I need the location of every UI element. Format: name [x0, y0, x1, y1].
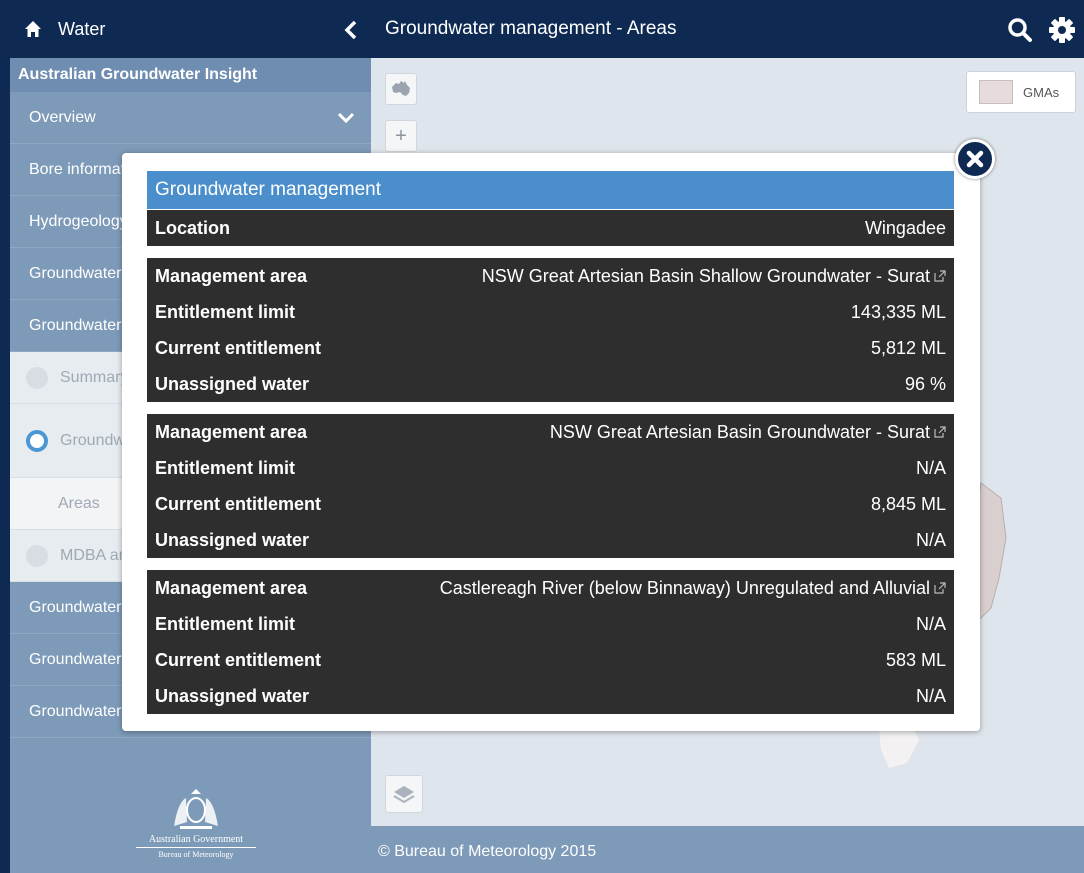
layers-button[interactable] [385, 775, 423, 813]
unassigned-water-row: Unassigned water N/A [147, 522, 954, 558]
current-entitlement-row: Current entitlement 5,812 ML [147, 330, 954, 366]
layers-icon [393, 786, 415, 804]
submenu-label: Summary [60, 368, 129, 386]
footer: © Bureau of Meteorology 2015 [371, 826, 1084, 873]
management-area-row: Management area Castlereagh River (below… [147, 570, 954, 606]
page-title: Groundwater management - Areas [385, 18, 677, 39]
top-bar: Groundwater management - Areas [371, 0, 1084, 58]
entitlement-limit-label: Entitlement limit [155, 301, 296, 322]
entitlement-limit-value: N/A [915, 457, 946, 478]
management-area-label: Management area [155, 421, 308, 442]
info-popup: Groundwater management Location Wingadee… [122, 153, 980, 731]
unassigned-water-label: Unassigned water [155, 529, 310, 550]
radio-button-selected[interactable] [26, 429, 48, 452]
management-area-row: Management area NSW Great Artesian Basin… [147, 414, 954, 450]
nav-label: Groundwater [29, 651, 122, 668]
chevron-down-icon [337, 112, 355, 124]
management-area-value[interactable]: NSW Great Artesian Basin Shallow Groundw… [482, 266, 930, 286]
external-link-icon[interactable] [934, 269, 946, 282]
management-area-row: Management area NSW Great Artesian Basin… [147, 258, 954, 294]
entitlement-limit-row: Entitlement limit N/A [147, 606, 954, 642]
unassigned-water-label: Unassigned water [155, 685, 310, 706]
current-entitlement-label: Current entitlement [155, 493, 322, 514]
sidebar-header: Water [10, 0, 371, 58]
australia-extent-button[interactable] [385, 73, 417, 105]
unassigned-water-value: N/A [915, 529, 946, 550]
location-row: Location Wingadee [147, 210, 954, 246]
legend-label: GMAs [1023, 84, 1060, 100]
collapse-sidebar-icon[interactable] [344, 20, 358, 40]
entitlement-limit-value: 143,335 ML [850, 301, 946, 322]
nav-label: Groundwater [29, 703, 122, 720]
management-area-link[interactable]: Castlereagh River (below Binnaway) Unreg… [440, 578, 946, 599]
sidebar-title: Water [58, 18, 106, 39]
location-block: Location Wingadee [147, 210, 954, 246]
legend-swatch [979, 80, 1013, 104]
management-area-label: Management area [155, 265, 308, 286]
close-popup-button[interactable] [955, 139, 995, 179]
unassigned-water-row: Unassigned water N/A [147, 678, 954, 714]
entitlement-limit-row: Entitlement limit N/A [147, 450, 954, 486]
nav-label: Overview [29, 109, 96, 126]
unassigned-water-label: Unassigned water [155, 373, 310, 394]
management-area-block: Management area Castlereagh River (below… [147, 570, 954, 714]
zoom-in-label: + [395, 124, 407, 147]
current-entitlement-value: 8,845 ML [870, 493, 946, 514]
logo-government-text: Australian Government [136, 834, 256, 848]
current-entitlement-label: Current entitlement [155, 649, 322, 670]
management-area-block: Management area NSW Great Artesian Basin… [147, 414, 954, 558]
location-label: Location [155, 217, 230, 238]
current-entitlement-value: 5,812 ML [870, 337, 946, 358]
entitlement-limit-label: Entitlement limit [155, 613, 296, 634]
management-area-label: Management area [155, 577, 308, 598]
logo-bom-text: Bureau of Meteorology [158, 850, 234, 859]
search-icon[interactable] [1007, 17, 1033, 43]
government-logo: Australian Government Bureau of Meteorol… [136, 788, 256, 859]
entitlement-limit-label: Entitlement limit [155, 457, 296, 478]
submenu-label: Areas [58, 494, 100, 512]
home-icon[interactable] [24, 20, 42, 38]
management-area-link[interactable]: NSW Great Artesian Basin Shallow Groundw… [482, 266, 946, 287]
current-entitlement-label: Current entitlement [155, 337, 322, 358]
app-title: Australian Groundwater Insight [10, 58, 371, 92]
gear-icon[interactable] [1048, 16, 1076, 44]
gma-legend[interactable]: GMAs [966, 71, 1076, 113]
nav-overview[interactable]: Overview [10, 92, 371, 144]
current-entitlement-row: Current entitlement 8,845 ML [147, 486, 954, 522]
current-entitlement-row: Current entitlement 583 ML [147, 642, 954, 678]
radio-button[interactable] [26, 366, 48, 389]
external-link-icon[interactable] [934, 425, 946, 438]
radio-button[interactable] [26, 544, 48, 567]
nav-label: Hydrogeology [29, 213, 128, 230]
entitlement-limit-value: N/A [915, 613, 946, 634]
coat-of-arms-icon [174, 789, 218, 829]
external-link-icon[interactable] [934, 581, 946, 594]
management-area-value[interactable]: NSW Great Artesian Basin Groundwater - S… [550, 422, 930, 442]
close-icon [966, 150, 984, 168]
management-area-block: Management area NSW Great Artesian Basin… [147, 258, 954, 402]
nav-label: Groundwater [29, 599, 122, 616]
entitlement-limit-row: Entitlement limit 143,335 ML [147, 294, 954, 330]
unassigned-water-value: N/A [915, 685, 946, 706]
australia-icon [392, 81, 410, 96]
management-area-link[interactable]: NSW Great Artesian Basin Groundwater - S… [550, 422, 946, 443]
unassigned-water-row: Unassigned water 96 % [147, 366, 954, 402]
current-entitlement-value: 583 ML [885, 649, 946, 670]
location-value: Wingadee [864, 217, 946, 238]
unassigned-water-value: 96 % [904, 373, 946, 394]
popup-title: Groundwater management [147, 171, 954, 209]
zoom-in-button[interactable]: + [385, 120, 417, 152]
management-area-value[interactable]: Castlereagh River (below Binnaway) Unreg… [440, 578, 930, 598]
